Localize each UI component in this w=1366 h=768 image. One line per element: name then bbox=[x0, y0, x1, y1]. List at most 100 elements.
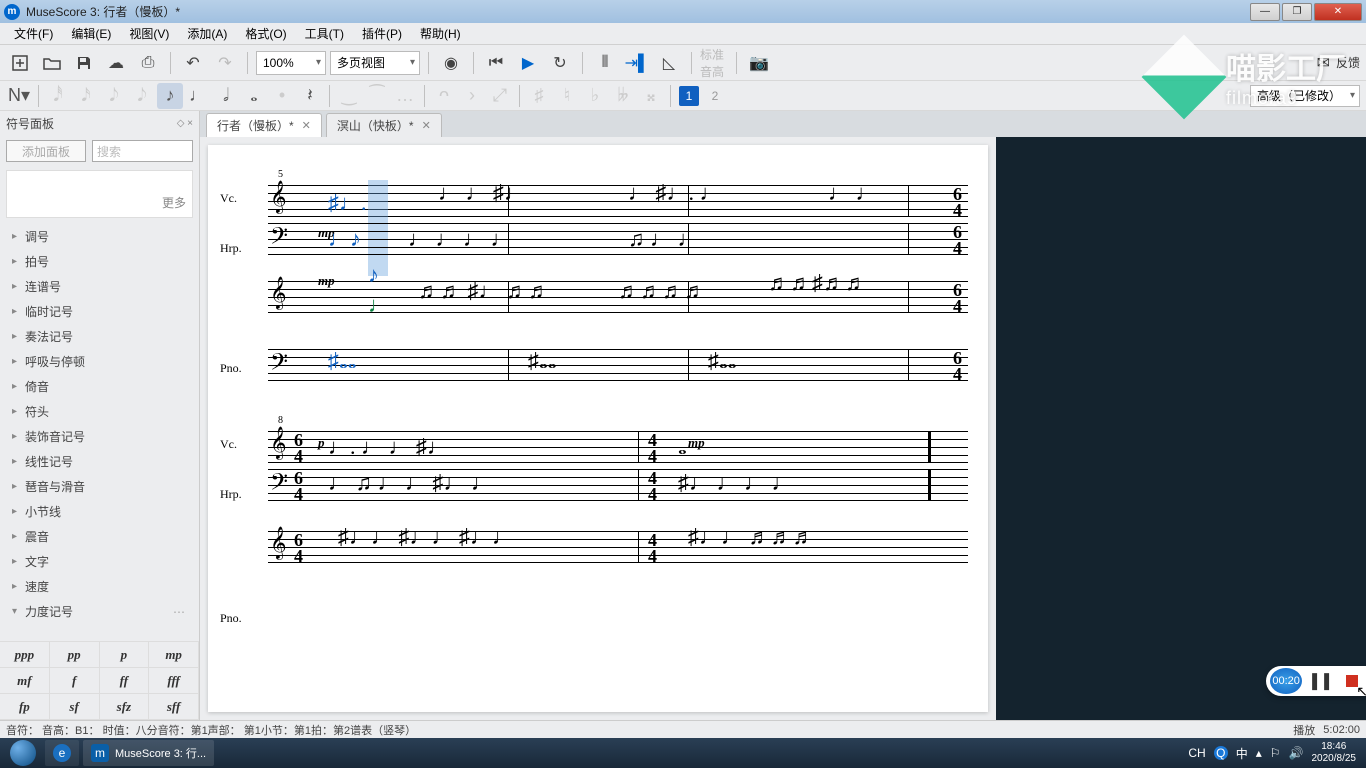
ime-zh-label[interactable]: 中 bbox=[1236, 745, 1248, 762]
palette-item-dynamics[interactable]: 力度记号⋯ bbox=[0, 599, 199, 624]
dynamic-p[interactable]: p bbox=[100, 642, 150, 668]
rest-button[interactable]: 𝄽 bbox=[297, 83, 323, 109]
loop-button[interactable]: ↻ bbox=[546, 49, 574, 77]
voice-1-button[interactable]: 1 bbox=[679, 86, 699, 106]
close-icon[interactable]: ✕ bbox=[422, 119, 431, 132]
save-button[interactable] bbox=[70, 49, 98, 77]
zoom-select[interactable]: 100% bbox=[256, 51, 326, 75]
note-32-button[interactable]: 𝅘𝅥𝅯 bbox=[73, 83, 99, 109]
view-select[interactable]: 多页视图 bbox=[330, 51, 420, 75]
pause-icon[interactable]: ▌▌ bbox=[1312, 673, 1336, 689]
note-8-button[interactable]: ♪ bbox=[157, 83, 183, 109]
dynamic-fff[interactable]: fff bbox=[149, 668, 199, 694]
tab-score-2[interactable]: 溟山（快板）*✕ bbox=[326, 113, 442, 137]
dynamic-mp[interactable]: mp bbox=[149, 642, 199, 668]
minimize-button[interactable]: — bbox=[1250, 3, 1280, 21]
palette-item-articulations[interactable]: 奏法记号 bbox=[0, 324, 199, 349]
dynamic-pp[interactable]: pp bbox=[50, 642, 100, 668]
redo-button[interactable]: ↷ bbox=[211, 49, 239, 77]
workspace-select[interactable]: 高级（已修改） bbox=[1250, 85, 1360, 107]
print-button[interactable]: ⎙ bbox=[134, 49, 162, 77]
taskbar-clock[interactable]: 18:46 2020/8/25 bbox=[1312, 741, 1357, 765]
concert-pitch-button[interactable]: 标准音高 bbox=[700, 49, 728, 77]
palette-item-tremolo[interactable]: 震音 bbox=[0, 524, 199, 549]
note-1-button[interactable]: 𝅝 bbox=[241, 83, 267, 109]
slur-button[interactable]: ⁀ bbox=[364, 83, 390, 109]
palette-more-button[interactable]: 更多 bbox=[6, 170, 193, 218]
natural-button[interactable]: ♮ bbox=[554, 83, 580, 109]
action-center-icon[interactable]: ⚐ bbox=[1270, 746, 1281, 760]
note-64-button[interactable]: 𝅘𝅥𝅰 bbox=[45, 83, 71, 109]
metronome-button[interactable]: ◺ bbox=[655, 49, 683, 77]
taskbar-ie[interactable]: e bbox=[45, 740, 79, 766]
camera-button[interactable]: 📷 bbox=[745, 49, 773, 77]
tray-overflow-icon[interactable]: ▴ bbox=[1256, 746, 1262, 760]
midi-button[interactable]: ◉ bbox=[437, 49, 465, 77]
pan-button[interactable]: ⇥▌ bbox=[623, 49, 651, 77]
palette-item-lines[interactable]: 线性记号 bbox=[0, 449, 199, 474]
palette-item-brackets[interactable]: 连谱号 bbox=[0, 274, 199, 299]
menu-help[interactable]: 帮助(H) bbox=[412, 23, 469, 44]
palette-item-arpeggios[interactable]: 琶音与滑音 bbox=[0, 474, 199, 499]
maximize-button[interactable]: ❐ bbox=[1282, 3, 1312, 21]
menu-plugins[interactable]: 插件(P) bbox=[354, 23, 410, 44]
palette-item-key-signatures[interactable]: 调号 bbox=[0, 224, 199, 249]
dynamic-sfz[interactable]: sfz bbox=[100, 694, 150, 720]
note-4-button[interactable]: ♩ bbox=[185, 83, 211, 109]
dots-button[interactable]: … bbox=[392, 83, 418, 109]
note-16-button[interactable]: 𝅘𝅥𝅮 bbox=[101, 83, 127, 109]
start-button[interactable] bbox=[4, 739, 42, 767]
more-icon[interactable]: ⋯ bbox=[173, 605, 187, 619]
accent-button[interactable]: › bbox=[459, 83, 485, 109]
menu-edit[interactable]: 编辑(E) bbox=[63, 23, 119, 44]
feedback-button[interactable]: ✉ 反馈 bbox=[1317, 53, 1360, 73]
dynamic-ppp[interactable]: ppp bbox=[0, 642, 50, 668]
add-palette-button[interactable]: 添加面板 bbox=[6, 140, 86, 162]
volume-icon[interactable]: 🔊 bbox=[1289, 746, 1304, 760]
palette-undock-icon[interactable]: ◇ × bbox=[177, 118, 193, 129]
screen-recorder-widget[interactable]: 00:20 ▌▌ ↖ bbox=[1266, 666, 1366, 696]
close-button[interactable]: ✕ bbox=[1314, 3, 1362, 21]
score-page[interactable]: 5 Vc. 𝄞 ♯♩. ♩ ♩ ♯♩ ♩ ♯♩. ♩ ♩ ♩ 6 4 bbox=[208, 145, 988, 712]
flat-button[interactable]: ♭ bbox=[582, 83, 608, 109]
cloud-button[interactable]: ☁ bbox=[102, 49, 130, 77]
palette-item-grace-notes[interactable]: 倚音 bbox=[0, 374, 199, 399]
palette-item-barlines[interactable]: 小节线 bbox=[0, 499, 199, 524]
sharp-button[interactable]: ♯ bbox=[526, 83, 552, 109]
voice-2-button[interactable]: 2 bbox=[705, 86, 725, 106]
tie-button[interactable]: ‿ bbox=[336, 83, 362, 109]
marcato-button[interactable]: ᴖ bbox=[431, 83, 457, 109]
doublesharp-button[interactable]: 𝄪 bbox=[638, 83, 664, 109]
dynamic-sf[interactable]: sf bbox=[50, 694, 100, 720]
tab-score-1[interactable]: 行者（慢板）*✕ bbox=[206, 113, 322, 137]
rewind-button[interactable]: ⏮ bbox=[482, 49, 510, 77]
new-button[interactable] bbox=[6, 49, 34, 77]
dynamic-ff[interactable]: ff bbox=[100, 668, 150, 694]
palette-item-ornaments[interactable]: 装饰音记号 bbox=[0, 424, 199, 449]
note-8b-button[interactable]: 𝅘𝅥𝅮 bbox=[129, 83, 155, 109]
undo-button[interactable]: ↶ bbox=[179, 49, 207, 77]
dynamic-mf[interactable]: mf bbox=[0, 668, 50, 694]
menu-view[interactable]: 视图(V) bbox=[121, 23, 177, 44]
tray-q-icon[interactable]: Q bbox=[1214, 746, 1228, 760]
palette-item-breaths[interactable]: 呼吸与停顿 bbox=[0, 349, 199, 374]
note-dot-button[interactable]: • bbox=[269, 83, 295, 109]
menu-tools[interactable]: 工具(T) bbox=[297, 23, 352, 44]
palette-item-time-signatures[interactable]: 拍号 bbox=[0, 249, 199, 274]
play-button[interactable]: ▶ bbox=[514, 49, 542, 77]
doubleflat-button[interactable]: 𝄫 bbox=[610, 83, 636, 109]
menu-add[interactable]: 添加(A) bbox=[179, 23, 235, 44]
dynamic-f[interactable]: f bbox=[50, 668, 100, 694]
note-input-button[interactable]: N▾ bbox=[6, 83, 32, 109]
repeat-button[interactable]: ⦀ bbox=[591, 49, 619, 77]
palette-item-noteheads[interactable]: 符头 bbox=[0, 399, 199, 424]
palette-item-text[interactable]: 文字 bbox=[0, 549, 199, 574]
open-button[interactable] bbox=[38, 49, 66, 77]
palette-item-tempo[interactable]: 速度 bbox=[0, 574, 199, 599]
taskbar-musescore[interactable]: m MuseScore 3: 行... bbox=[83, 740, 214, 766]
dynamic-fp[interactable]: fp bbox=[0, 694, 50, 720]
flip-button[interactable]: ⤢ bbox=[487, 83, 513, 109]
close-icon[interactable]: ✕ bbox=[302, 119, 311, 132]
menu-file[interactable]: 文件(F) bbox=[6, 23, 61, 44]
note-2-button[interactable]: 𝅗𝅥 bbox=[213, 83, 239, 109]
